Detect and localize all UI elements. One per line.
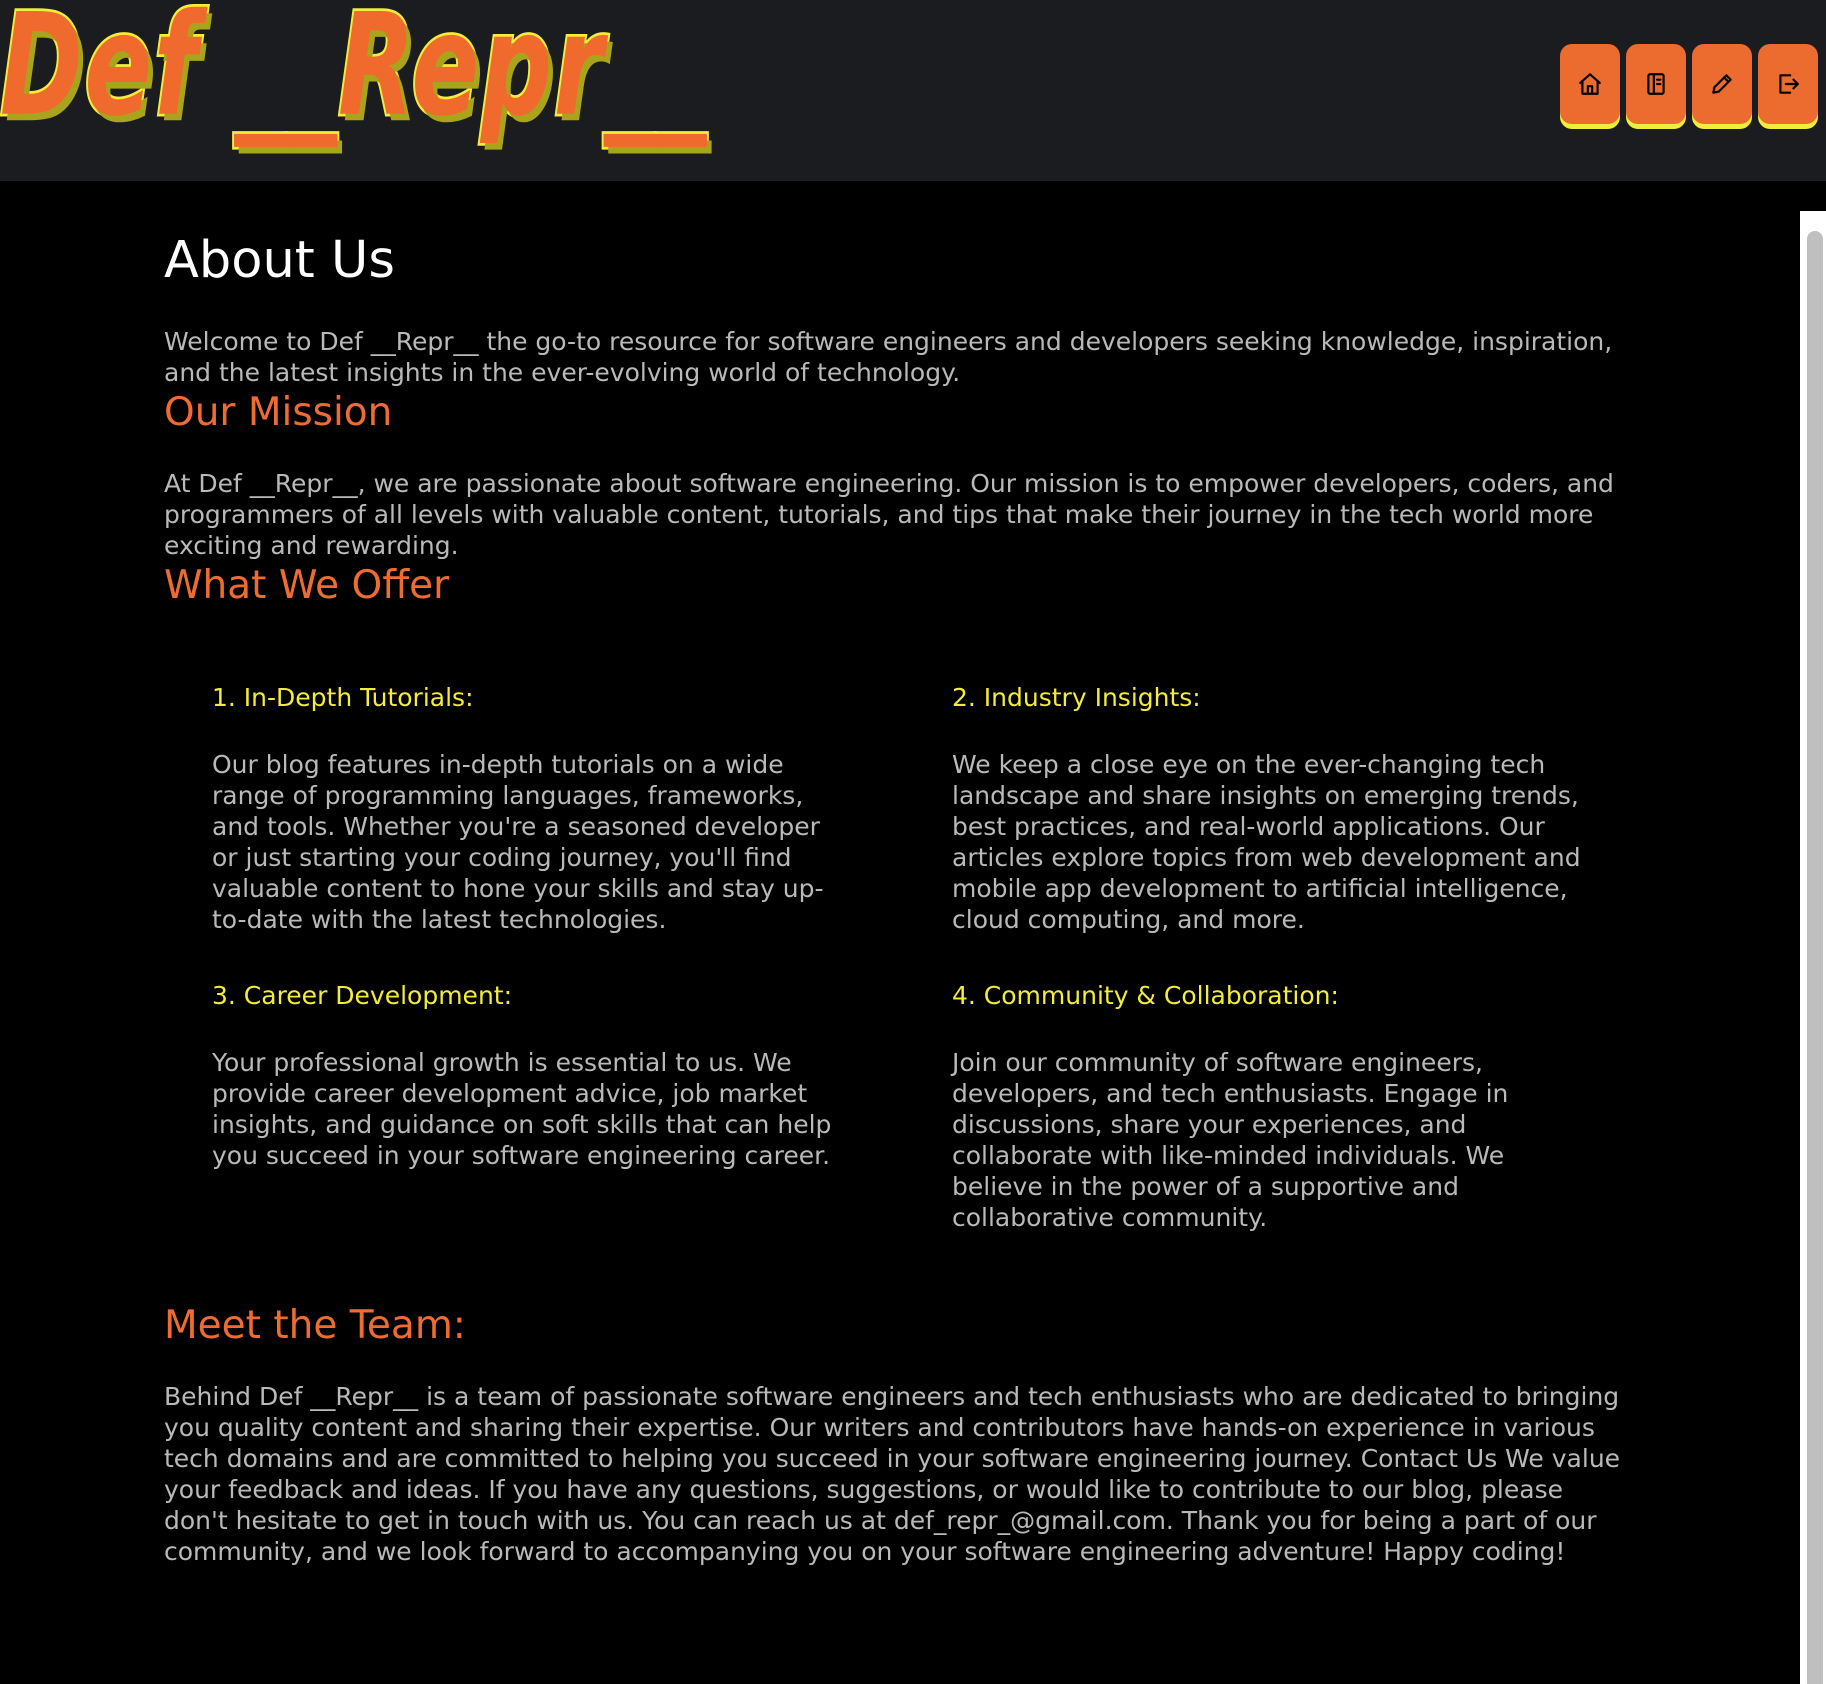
scrollbar-thumb[interactable] (1807, 231, 1823, 1684)
mission-heading: Our Mission (164, 390, 393, 435)
posts-button[interactable] (1626, 44, 1686, 124)
scrollbar[interactable] (1800, 211, 1826, 1684)
home-icon (1579, 73, 1601, 95)
book-icon (1647, 73, 1665, 95)
about-content: About Us Welcome to Def __Repr__ the go-… (164, 226, 1624, 1567)
offer-title: 1. In-Depth Tutorials: (212, 683, 474, 712)
offer-heading: What We Offer (164, 563, 450, 608)
logout-button[interactable] (1758, 44, 1818, 124)
offer-item: 3. Career Development: Your professional… (212, 979, 952, 1233)
offers-grid: 1. In-Depth Tutorials: Our blog features… (164, 681, 1624, 1233)
team-heading: Meet the Team: (164, 1303, 466, 1348)
offer-text: We keep a close eye on the ever-changing… (952, 750, 1581, 934)
offer-item: 2. Industry Insights: We keep a close ey… (952, 681, 1612, 935)
write-button[interactable] (1692, 44, 1752, 124)
site-logo[interactable]: Def __Repr__ (0, 0, 708, 156)
team-text: Behind Def __Repr__ is a team of passion… (164, 1382, 1621, 1566)
mission-text: At Def __Repr__, we are passionate about… (164, 469, 1614, 560)
top-navigation-bar: Def __Repr__ (0, 0, 1826, 181)
offer-text: Our blog features in-depth tutorials on … (212, 750, 824, 934)
nav-buttons (1560, 44, 1818, 124)
logout-icon (1779, 74, 1799, 94)
page-title: About Us (164, 231, 395, 290)
home-button[interactable] (1560, 44, 1620, 124)
offer-title: 3. Career Development: (212, 981, 513, 1010)
offer-text: Join our community of software engineers… (952, 1048, 1509, 1232)
logo-text: Def __Repr__ (0, 0, 708, 148)
offer-text: Your professional growth is essential to… (212, 1048, 832, 1170)
offer-item: 4. Community & Collaboration: Join our c… (952, 979, 1612, 1233)
intro-text: Welcome to Def __Repr__ the go-to resour… (164, 327, 1613, 387)
offer-item: 1. In-Depth Tutorials: Our blog features… (212, 681, 952, 935)
pencil-icon (1712, 74, 1732, 94)
offer-title: 2. Industry Insights: (952, 683, 1201, 712)
offer-title: 4. Community & Collaboration: (952, 981, 1339, 1010)
